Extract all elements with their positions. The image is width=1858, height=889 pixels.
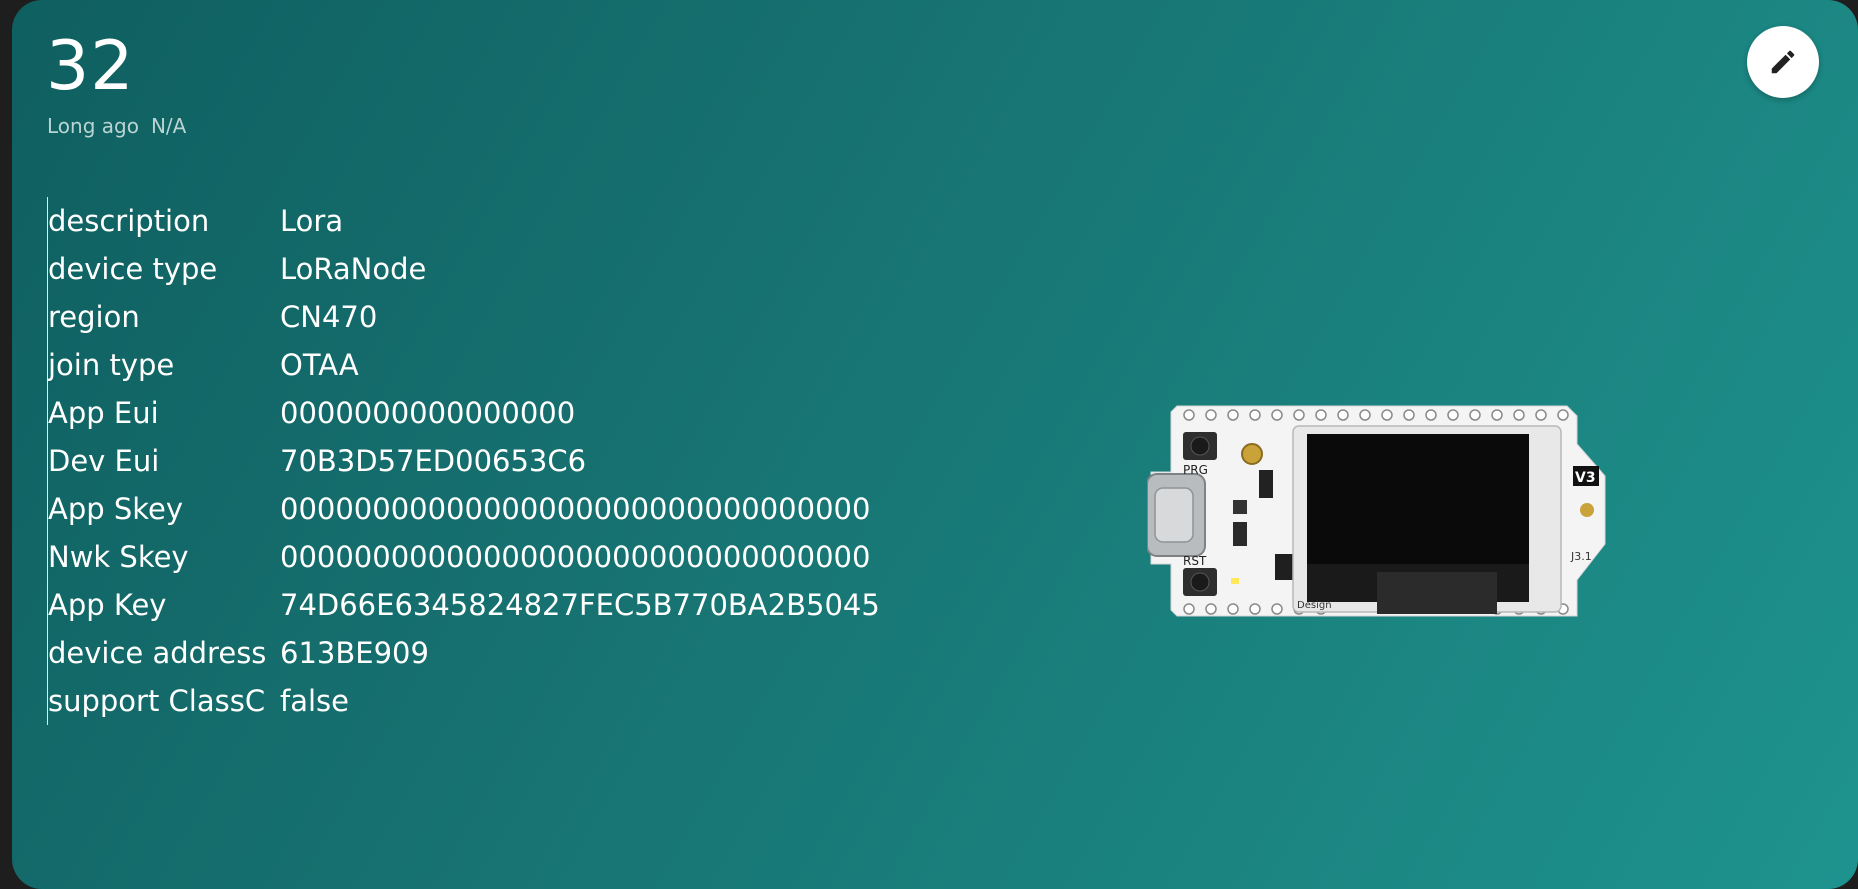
property-row: join type OTAA — [48, 341, 880, 389]
device-value: 32 — [46, 27, 135, 106]
property-value: 0000000000000000 — [280, 396, 576, 430]
pencil-icon — [1771, 50, 1795, 74]
property-key: App Key — [48, 588, 167, 622]
property-value: CN470 — [280, 300, 378, 334]
property-row: Nwk Skey 0000000000000000000000000000000… — [48, 533, 880, 581]
property-value: 70B3D57ED00653C6 — [280, 444, 587, 478]
device-board-image: PRG RST V3 J3.1 Design — [1147, 405, 1606, 617]
property-row: description Lora — [48, 197, 880, 245]
version-label: V3 — [1575, 470, 1596, 486]
revision-label: J3.1 — [1570, 550, 1592, 563]
prg-label: PRG — [1183, 463, 1208, 477]
property-key: support ClassC — [48, 684, 266, 718]
property-row: Dev Eui 70B3D57ED00653C6 — [48, 437, 880, 485]
property-key: description — [48, 204, 210, 238]
rst-label: RST — [1183, 554, 1207, 568]
edit-button[interactable] — [1747, 26, 1819, 98]
status-line: Long ago N/A — [47, 114, 186, 138]
property-row: device address 613BE909 — [48, 629, 880, 677]
property-key: App Eui — [48, 396, 159, 430]
property-value: OTAA — [280, 348, 359, 382]
property-key: device address — [48, 636, 267, 670]
property-value: LoRaNode — [280, 252, 427, 286]
property-key: Nwk Skey — [48, 540, 189, 574]
property-row: region CN470 — [48, 293, 880, 341]
property-value: Lora — [280, 204, 344, 238]
property-row: device type LoRaNode — [48, 245, 880, 293]
property-value: 74D66E6345824827FEC5B770BA2B5045 — [280, 588, 880, 622]
property-value: 613BE909 — [280, 636, 429, 670]
property-value: 00000000000000000000000000000000 — [280, 540, 871, 574]
property-row: App Eui 0000000000000000 — [48, 389, 880, 437]
property-value: false — [280, 684, 349, 718]
device-card: 32 Long ago N/A description Lora device t… — [12, 0, 1858, 889]
property-row: App Key 74D66E6345824827FEC5B770BA2B5045 — [48, 581, 880, 629]
property-key: region — [48, 300, 140, 334]
last-seen: Long ago — [47, 114, 139, 138]
property-key: join type — [48, 348, 175, 382]
status-text: N/A — [150, 114, 187, 138]
property-key: App Skey — [48, 492, 184, 526]
property-row: support ClassC false — [48, 677, 880, 725]
property-value: 00000000000000000000000000000000 — [280, 492, 871, 526]
property-key: device type — [48, 252, 218, 286]
property-key: Dev Eui — [48, 444, 160, 478]
property-row: App Skey 0000000000000000000000000000000… — [48, 485, 880, 533]
properties-list: description Lora device type LoRaNode re… — [47, 197, 880, 725]
maker-label: Design — [1297, 600, 1332, 611]
